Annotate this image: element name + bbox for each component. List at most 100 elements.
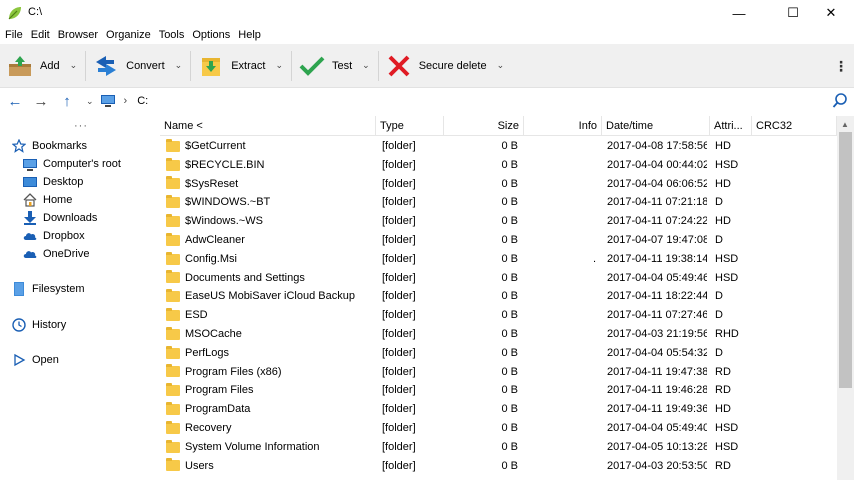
table-row[interactable]: EaseUS MobiSaver iCloud Backup [folder] 0 … <box>160 287 837 306</box>
folder-icon <box>166 383 180 397</box>
column-header: Name < Type Size Info Date/time Attri...… <box>160 116 837 136</box>
folder-icon <box>166 439 180 453</box>
file-attributes: RD <box>715 459 731 472</box>
menu-help[interactable]: Help <box>238 29 261 41</box>
up-button[interactable]: ↑ <box>56 90 78 112</box>
file-size: 0 B <box>501 309 518 322</box>
table-row[interactable]: Documents and Settings [folder] 0 B 2017-04… <box>160 269 837 288</box>
file-name-cell: EaseUS MobiSaver iCloud Backup <box>166 287 374 306</box>
forward-button[interactable]: → <box>30 90 52 112</box>
scrollbar-thumb[interactable] <box>839 132 852 388</box>
address-bar: ← → ↑ ⌄ › C: <box>0 88 854 114</box>
menu-tools[interactable]: Tools <box>159 29 185 41</box>
chevron-down-icon[interactable]: ⌄ <box>497 60 505 71</box>
menu-file[interactable]: File <box>5 29 23 41</box>
secure-delete-label: Secure delete <box>418 59 487 72</box>
file-date: 2017-04-11 19:46:28 <box>607 384 707 397</box>
sidebar: ··· Bookmarks Computer's root Desktop Ho… <box>0 116 160 480</box>
table-row[interactable]: $SysReset [folder] 0 B 2017-04-04 06:06:52 H… <box>160 175 837 194</box>
breadcrumb-chevron[interactable]: › <box>124 95 128 107</box>
sidebar-item-dropbox[interactable]: Dropbox <box>23 227 85 244</box>
menu-options[interactable]: Options <box>192 29 230 41</box>
table-row[interactable]: Program Files (x86) [folder] 0 B 2017-04-11… <box>160 363 837 382</box>
table-row[interactable]: System Volume Information [folder] 0 B 2017… <box>160 438 837 457</box>
sidebar-item-onedrive[interactable]: OneDrive <box>23 245 89 262</box>
table-row[interactable]: PerfLogs [folder] 0 B 2017-04-04 05:54:32 D <box>160 344 837 363</box>
file-date: 2017-04-11 19:47:38 <box>607 365 707 378</box>
file-type: [folder] <box>382 252 416 265</box>
sidebar-item-filesystem[interactable]: Filesystem <box>12 280 85 297</box>
sidebar-label: Downloads <box>43 211 98 224</box>
file-date: 2017-04-11 19:49:36 <box>607 403 707 416</box>
minimize-button[interactable]: — <box>716 0 762 26</box>
back-button[interactable]: ← <box>4 90 26 112</box>
menu-organize[interactable]: Organize <box>106 29 151 41</box>
file-crc32 <box>756 156 826 175</box>
file-name: Documents and Settings <box>185 271 305 284</box>
sidebar-item-downloads[interactable]: Downloads <box>23 209 97 226</box>
table-row[interactable]: Users [folder] 0 B 2017-04-03 20:53:50 RD <box>160 457 837 476</box>
table-row[interactable]: $WINDOWS.~BT [folder] 0 B 2017-04-11 07:21:… <box>160 193 837 212</box>
column-crc32[interactable]: CRC32 <box>752 116 837 136</box>
file-name-cell: Program Files <box>166 381 374 400</box>
table-row[interactable]: $Windows.~WS [folder] 0 B 2017-04-11 07:24:… <box>160 212 837 231</box>
column-attributes[interactable]: Attri... <box>710 116 752 136</box>
sidebar-item-open[interactable]: Open <box>12 351 59 368</box>
table-row[interactable]: Recovery [folder] 0 B 2017-04-04 05:49:40 HS… <box>160 419 837 438</box>
file-type: [folder] <box>382 459 416 472</box>
file-info <box>526 175 596 194</box>
menu-edit[interactable]: Edit <box>31 29 50 41</box>
chevron-down-icon[interactable]: ⌄ <box>175 60 183 71</box>
file-name-cell: Config.Msi <box>166 250 374 269</box>
extract-button[interactable]: Extract ⌄ <box>191 44 291 88</box>
scroll-up-icon[interactable]: ▲ <box>841 120 849 129</box>
file-name: ESD <box>185 309 208 322</box>
column-date[interactable]: Date/time <box>602 116 710 136</box>
table-row[interactable]: $RECYCLE.BIN [folder] 0 B 2017-04-04 00:44:… <box>160 156 837 175</box>
sidebar-item-bookmarks[interactable]: Bookmarks <box>12 137 87 154</box>
chevron-down-icon[interactable]: ⌄ <box>70 60 78 71</box>
file-date: 2017-04-04 05:49:46 <box>607 271 707 284</box>
vertical-scrollbar[interactable]: ▲ <box>837 116 854 480</box>
file-info <box>526 156 596 175</box>
column-size[interactable]: Size <box>444 116 524 136</box>
table-row[interactable]: ESD [folder] 0 B 2017-04-11 07:27:46 D <box>160 306 837 325</box>
secure-delete-button[interactable]: Secure delete ⌄ <box>379 44 512 88</box>
sidebar-menu-dots[interactable]: ··· <box>74 120 88 132</box>
column-name[interactable]: Name < <box>160 116 376 136</box>
table-row[interactable]: Program Files [folder] 0 B 2017-04-11 19:46… <box>160 381 837 400</box>
address-path[interactable]: C: <box>137 95 148 107</box>
add-button[interactable]: Add ⌄ <box>0 44 85 88</box>
table-row[interactable]: Config.Msi [folder] 0 B. 2017-04-11 19:38:1… <box>160 250 837 269</box>
file-name-cell: $Windows.~WS <box>166 212 374 231</box>
file-type: [folder] <box>382 346 416 359</box>
sidebar-item-computers-root[interactable]: Computer's root <box>23 155 121 172</box>
close-button[interactable]: ✕ <box>808 0 854 26</box>
more-options-icon[interactable]: ⋮ <box>834 58 848 75</box>
sidebar-item-desktop[interactable]: Desktop <box>23 173 83 190</box>
file-date: 2017-04-03 21:19:56 <box>607 327 707 340</box>
table-row[interactable]: $GetCurrent [folder] 0 B 2017-04-08 17:58:5… <box>160 137 837 156</box>
chevron-down-icon[interactable]: ⌄ <box>275 60 283 71</box>
chevron-down-icon[interactable]: ⌄ <box>362 60 370 71</box>
column-type[interactable]: Type <box>376 116 444 136</box>
extract-label: Extract <box>231 59 266 72</box>
file-attributes: HD <box>715 177 731 190</box>
file-rows: $GetCurrent [folder] 0 B 2017-04-08 17:58:5… <box>160 137 837 475</box>
menu-browser[interactable]: Browser <box>58 29 98 41</box>
sidebar-item-home[interactable]: Home <box>23 191 72 208</box>
history-dropdown[interactable]: ⌄ <box>86 96 94 107</box>
search-icon[interactable] <box>832 93 848 109</box>
sidebar-item-history[interactable]: History <box>12 316 66 333</box>
table-row[interactable]: AdwCleaner [folder] 0 B 2017-04-07 19:47:08… <box>160 231 837 250</box>
table-row[interactable]: MSOCache [folder] 0 B 2017-04-03 21:19:56 RH… <box>160 325 837 344</box>
column-info[interactable]: Info <box>524 116 602 136</box>
file-name-cell: AdwCleaner <box>166 231 374 250</box>
file-name-cell: Recovery <box>166 419 374 438</box>
table-row[interactable]: ProgramData [folder] 0 B 2017-04-11 19:49:3… <box>160 400 837 419</box>
convert-label: Convert <box>126 59 165 72</box>
file-crc32 <box>756 250 826 269</box>
file-info <box>526 269 596 288</box>
test-button[interactable]: Test ⌄ <box>292 44 378 88</box>
convert-button[interactable]: Convert ⌄ <box>86 44 190 88</box>
